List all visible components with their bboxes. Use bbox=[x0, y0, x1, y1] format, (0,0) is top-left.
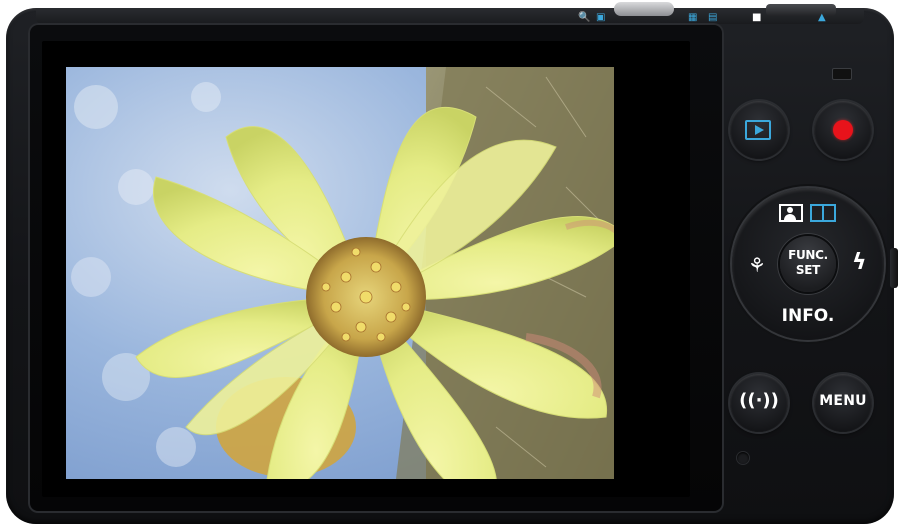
lcd-screen bbox=[42, 41, 690, 497]
wifi-button[interactable]: ((·)) bbox=[730, 374, 788, 432]
menu-label: MENU bbox=[819, 393, 867, 409]
func-set-button[interactable]: FUNC. SET bbox=[780, 236, 836, 292]
dial-top[interactable] bbox=[779, 204, 839, 224]
magnify-icon: 🔍 bbox=[578, 12, 591, 23]
grid-icon: ▦ bbox=[688, 12, 698, 23]
speaker-hole bbox=[737, 452, 749, 464]
movie-record-button[interactable] bbox=[814, 101, 872, 159]
camera-body: 🔍 ▣ ▦ ▤ ■ ▲ ⚘ ϟ FUNC. SET INFO. ((·)) ME… bbox=[6, 2, 898, 524]
control-dial[interactable]: ⚘ ϟ FUNC. SET INFO. bbox=[732, 188, 884, 340]
wifi-icon: ((·)) bbox=[739, 390, 779, 411]
macro-icon[interactable]: ⚘ bbox=[748, 253, 766, 277]
flash-icon[interactable]: ϟ bbox=[852, 250, 867, 275]
index-icon: ▤ bbox=[708, 12, 718, 23]
playback-button[interactable] bbox=[730, 101, 788, 159]
func-label: FUNC. bbox=[788, 248, 828, 262]
play-icon bbox=[745, 120, 771, 140]
lcd-bezel bbox=[28, 23, 724, 513]
strap-mount bbox=[890, 248, 898, 288]
zoom-lever[interactable] bbox=[614, 2, 674, 16]
portrait-icon bbox=[779, 204, 803, 222]
record-dot-icon bbox=[833, 120, 853, 140]
control-panel: ⚘ ϟ FUNC. SET INFO. ((·)) MENU bbox=[726, 8, 898, 524]
book-icon bbox=[810, 204, 836, 222]
displayed-photo bbox=[66, 67, 614, 479]
status-led bbox=[832, 68, 852, 80]
menu-button[interactable]: MENU bbox=[814, 374, 872, 432]
set-label: SET bbox=[795, 263, 821, 277]
flower-photo bbox=[66, 67, 614, 479]
info-label[interactable]: INFO. bbox=[732, 306, 884, 326]
scene-icon: ▣ bbox=[596, 12, 606, 23]
